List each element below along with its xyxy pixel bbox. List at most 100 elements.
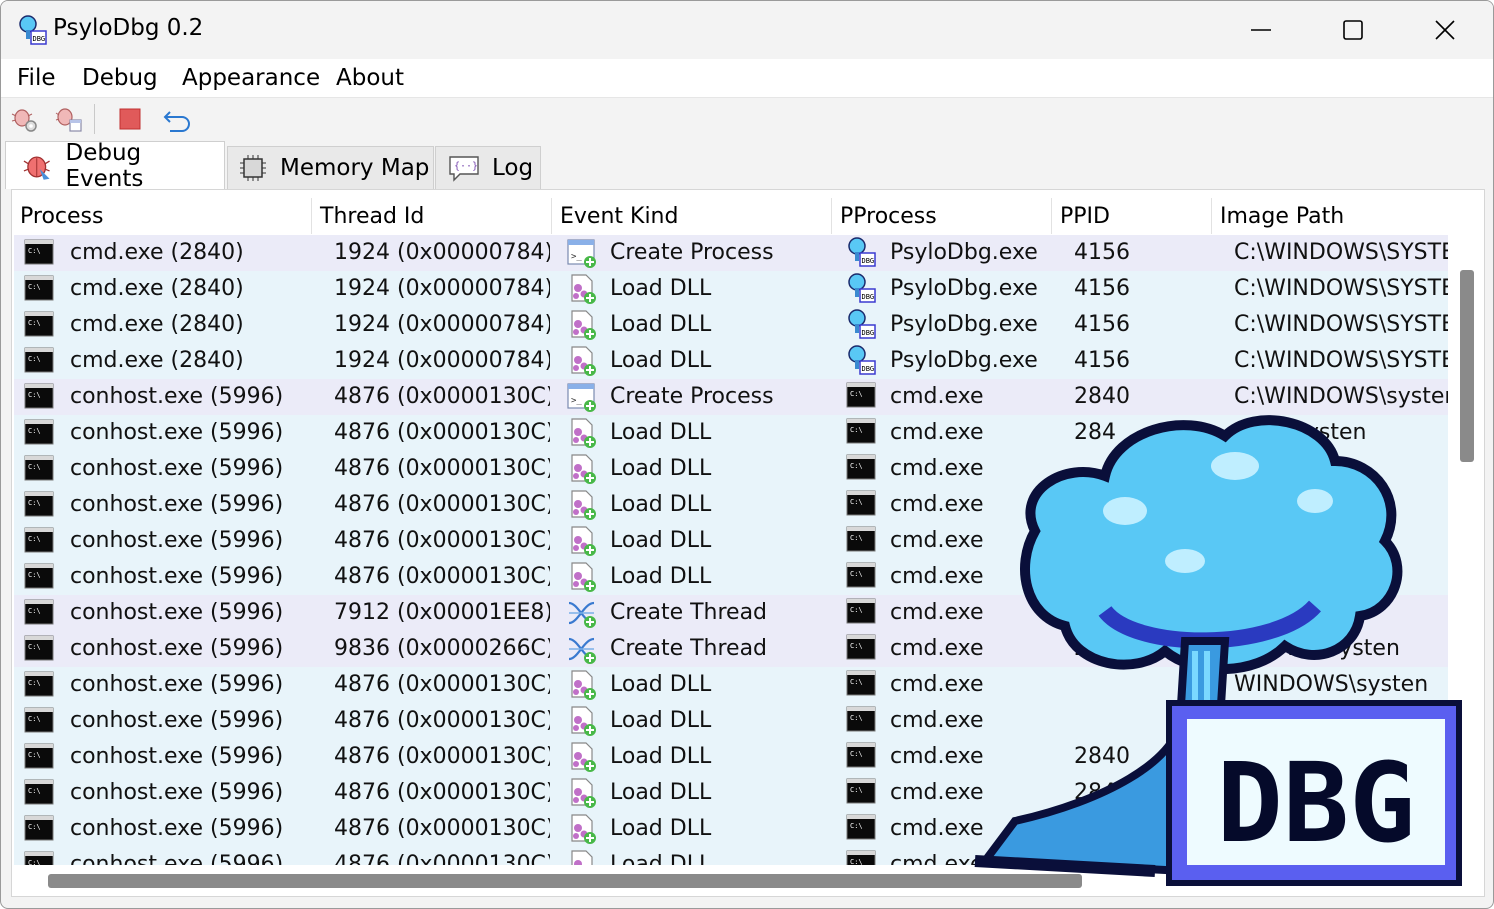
column-header-thread-id[interactable]: Thread Id: [312, 198, 552, 234]
svg-text:DBG: DBG: [33, 35, 46, 43]
console-icon: C:\: [846, 813, 876, 845]
image-path: C:\WINDOWS\SYSTE: [1234, 312, 1448, 337]
process-name: conhost.exe (5996): [70, 420, 284, 445]
console-icon: C:\: [846, 741, 876, 773]
process-name: conhost.exe (5996): [70, 852, 284, 865]
tab-bar: Debug Events Memory Map {··} Log: [1, 139, 1493, 192]
parent-process: PsyloDbg.exe: [890, 240, 1038, 265]
chip-icon: [240, 155, 266, 181]
undo-button[interactable]: [161, 102, 195, 136]
event-kind: Load DLL: [610, 564, 712, 589]
thread-id: 4876 (0x0000130C): [334, 672, 550, 697]
table-row[interactable]: C:\ cmd.exe (2840) 1924 (0x00000784) Load D…: [14, 271, 1448, 307]
column-header-process[interactable]: Process: [12, 198, 312, 234]
console-icon: C:\: [846, 849, 876, 865]
app-logo-icon: DBG: [846, 273, 876, 305]
tab-label: Debug Events: [65, 139, 144, 192]
tab-log[interactable]: {··} Log: [435, 146, 541, 189]
svg-text:C:\: C:\: [28, 571, 41, 579]
minimize-button[interactable]: [1215, 1, 1307, 59]
process-name: conhost.exe (5996): [70, 600, 284, 625]
maximize-button[interactable]: [1307, 1, 1399, 59]
tab-debug-events[interactable]: Debug Events: [5, 139, 225, 192]
title-bar: DBG PsyloDbg 0.2: [1, 1, 1493, 59]
debug-start-button[interactable]: [7, 102, 41, 136]
svg-text:C:\: C:\: [850, 570, 863, 578]
close-button[interactable]: [1399, 1, 1491, 59]
column-header-event-kind[interactable]: Event Kind: [552, 198, 832, 234]
menu-appearance[interactable]: Appearance: [182, 65, 320, 91]
event-kind: Load DLL: [610, 276, 712, 301]
minimize-icon: [1251, 29, 1271, 31]
ppid: 4156: [1074, 276, 1130, 301]
svg-text:C:\: C:\: [850, 714, 863, 722]
tab-memory-map[interactable]: Memory Map: [227, 146, 434, 189]
svg-text:C:\: C:\: [850, 642, 863, 650]
svg-text:C:\: C:\: [850, 822, 863, 830]
bug-window-icon: [55, 108, 82, 132]
menu-file[interactable]: File: [17, 65, 56, 91]
event-kind: Create Process: [610, 384, 774, 409]
svg-text:C:\: C:\: [28, 391, 41, 399]
tab-label: Memory Map: [280, 155, 430, 181]
thread-id: 1924 (0x00000784): [334, 348, 550, 373]
process-name: cmd.exe (2840): [70, 240, 244, 265]
bug-icon: [23, 155, 50, 180]
image-path: C:\WINDOWS\SYSTE: [1234, 240, 1448, 265]
table-row[interactable]: C:\ cmd.exe (2840) 1924 (0x00000784) Load D…: [14, 343, 1448, 379]
toolbar: [1, 98, 1493, 140]
thread-id: 4876 (0x0000130C): [334, 492, 550, 517]
stop-icon: [119, 108, 141, 130]
create-thread-icon: [566, 633, 598, 665]
load-dll-icon: [566, 489, 598, 521]
process-name: conhost.exe (5996): [70, 564, 284, 589]
app-logo-icon: DBG: [846, 237, 876, 269]
console-icon: C:\: [24, 310, 54, 340]
log-icon: {··}: [449, 156, 479, 182]
thread-id: 1924 (0x00000784): [334, 312, 550, 337]
maximize-icon: [1343, 20, 1363, 40]
undo-icon: [163, 111, 190, 132]
svg-text:C:\: C:\: [28, 247, 41, 255]
svg-text:C:\: C:\: [28, 751, 41, 759]
column-header-ppid[interactable]: PPID: [1052, 198, 1212, 234]
event-kind: Load DLL: [610, 744, 712, 769]
svg-text:C:\: C:\: [28, 499, 41, 507]
load-dll-icon: [566, 705, 598, 737]
table-row[interactable]: C:\ cmd.exe (2840) 1924 (0x00000784) >_ Crea…: [14, 235, 1448, 271]
console-icon: C:\: [846, 525, 876, 557]
horizontal-scroll-thumb[interactable]: [48, 874, 1082, 888]
stop-button[interactable]: [113, 102, 147, 136]
load-dll-icon: [566, 525, 598, 557]
console-icon: C:\: [24, 526, 54, 556]
console-icon: C:\: [846, 417, 876, 449]
column-header-pprocess[interactable]: PProcess: [832, 198, 1052, 234]
load-dll-icon: [566, 813, 598, 845]
svg-text:C:\: C:\: [28, 427, 41, 435]
svg-text:C:\: C:\: [850, 786, 863, 794]
process-name: conhost.exe (5996): [70, 636, 284, 661]
menu-about[interactable]: About: [336, 65, 404, 91]
debug-attach-button[interactable]: [51, 102, 85, 136]
load-dll-icon: [566, 777, 598, 809]
ppid: 4156: [1074, 312, 1130, 337]
create-process-icon: >_: [566, 237, 598, 269]
svg-text:C:\: C:\: [850, 462, 863, 470]
column-header-image-path[interactable]: Image Path: [1212, 198, 1484, 234]
svg-text:DBG: DBG: [862, 293, 875, 301]
svg-text:{··}: {··}: [454, 161, 478, 172]
table-row[interactable]: C:\ cmd.exe (2840) 1924 (0x00000784) Load D…: [14, 307, 1448, 343]
svg-text:C:\: C:\: [28, 535, 41, 543]
event-kind: Load DLL: [610, 708, 712, 733]
app-window: DBG PsyloDbg 0.2 File Debug Appearance A…: [0, 0, 1494, 909]
thread-id: 4876 (0x0000130C): [334, 852, 550, 865]
menu-debug[interactable]: Debug: [82, 65, 158, 91]
event-kind: Load DLL: [610, 528, 712, 553]
svg-text:>_: >_: [571, 252, 582, 262]
svg-text:C:\: C:\: [28, 787, 41, 795]
event-kind: Load DLL: [610, 816, 712, 841]
thread-id: 1924 (0x00000784): [334, 240, 550, 265]
event-kind: Create Thread: [610, 600, 768, 625]
svg-text:C:\: C:\: [28, 823, 41, 831]
load-dll-icon: [566, 273, 598, 305]
